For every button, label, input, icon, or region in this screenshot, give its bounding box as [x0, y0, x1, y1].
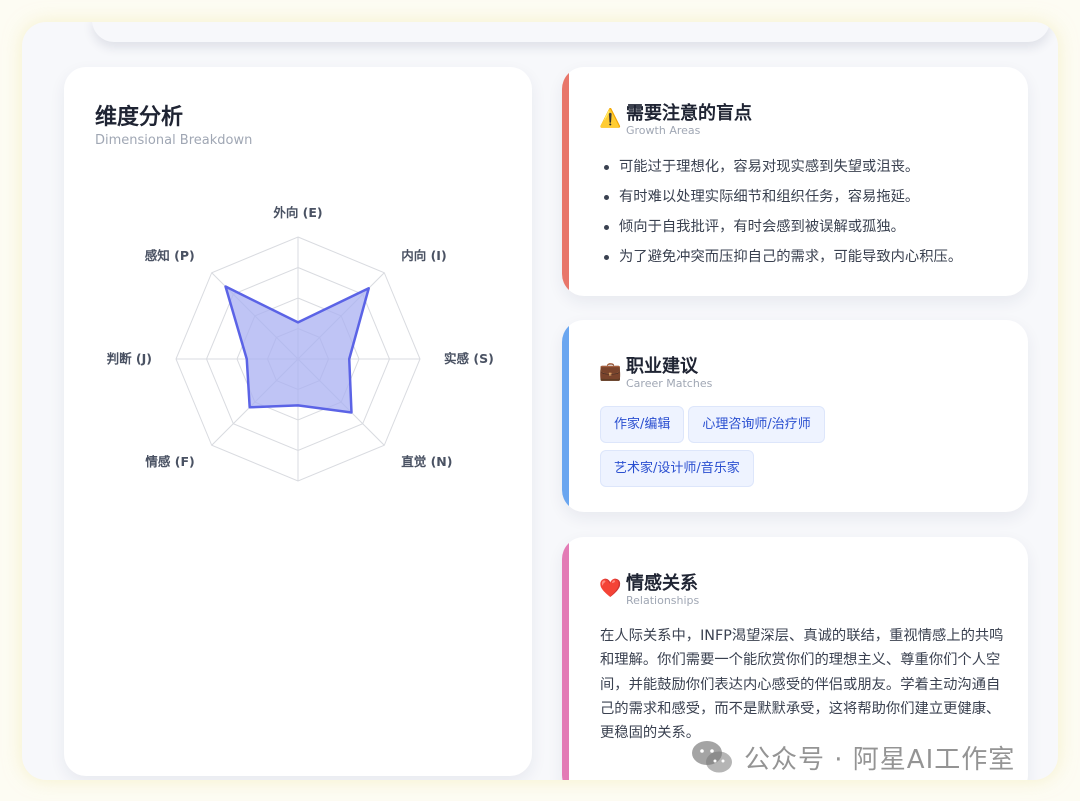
career-title: 职业建议: [626, 356, 698, 377]
radar-axis-label: 内向 (I): [401, 248, 446, 263]
career-subtitle: Career Matches: [626, 377, 713, 390]
radar-data-area: [224, 285, 370, 414]
dimension-card: 维度分析 Dimensional Breakdown 外向 (E) 内向 (I) 实…: [64, 67, 532, 776]
top-panel-edge: [92, 22, 1050, 42]
career-tag[interactable]: 心理咨询师/治疗师: [688, 406, 825, 443]
radar-axis-label: 判断 (J): [107, 351, 152, 366]
list-item: 有时难以处理实际细节和组织任务，容易拖延。: [602, 182, 962, 212]
heart-icon: ❤️: [599, 578, 622, 599]
watermark: 公众号 · 阿星AI工作室: [690, 737, 1015, 777]
blind-spots-list: 可能过于理想化，容易对现实感到失望或沮丧。 有时难以处理实际细节和组织任务，容易…: [602, 152, 962, 272]
list-item: 为了避免冲突而压抑自己的需求，可能导致内心积压。: [602, 242, 962, 272]
blind-spots-card: ⚠️ 需要注意的盲点 Growth Areas 可能过于理想化，容易对现实感到失…: [562, 67, 1028, 296]
blind-spots-title: 需要注意的盲点: [626, 103, 752, 124]
career-tag[interactable]: 作家/编辑: [600, 406, 685, 443]
career-tag[interactable]: 艺术家/设计师/音乐家: [600, 450, 754, 487]
list-item: 倾向于自我批评，有时会感到被误解或孤独。: [602, 212, 962, 242]
blind-spots-subtitle: Growth Areas: [626, 124, 701, 137]
briefcase-icon: 💼: [599, 361, 622, 382]
list-item: 可能过于理想化，容易对现实感到失望或沮丧。: [602, 152, 962, 182]
watermark-text: 公众号 · 阿星AI工作室: [744, 744, 1016, 775]
relationships-title: 情感关系: [626, 573, 698, 594]
relationships-accent: [562, 537, 569, 780]
radar-axis-label: 外向 (E): [272, 205, 322, 220]
relationships-text: 在人际关系中，INFP渴望深层、真诚的联结，重视情感上的共鸣和理解。你们需要一个…: [600, 628, 1004, 742]
relationships-subtitle: Relationships: [626, 594, 700, 607]
wechat-icon: [692, 741, 732, 773]
radar-chart: 外向 (E)内向 (I)实感 (S)直觉 (N)思考 (T)情感 (F)判断 (…: [107, 205, 494, 482]
warning-icon: ⚠️: [599, 108, 622, 129]
dimension-title: 维度分析: [95, 105, 184, 130]
radar-axis-label: 感知 (P): [145, 248, 195, 263]
dimension-subtitle: Dimensional Breakdown: [95, 133, 253, 148]
radar-axis-label: 直觉 (N): [401, 454, 452, 469]
radar-axis-label: 情感 (F): [145, 454, 194, 469]
career-accent: [562, 320, 569, 512]
blind-spots-accent: [562, 67, 569, 296]
career-card: 💼 职业建议 Career Matches 作家/编辑 心理咨询师/治疗师 艺术家…: [562, 320, 1028, 512]
app-frame: 维度分析 Dimensional Breakdown 外向 (E) 内向 (I) 实…: [22, 22, 1058, 780]
radar-axis-label: 实感 (S): [444, 351, 494, 366]
career-tags: 作家/编辑 心理咨询师/治疗师 艺术家/设计师/音乐家: [600, 406, 1010, 494]
